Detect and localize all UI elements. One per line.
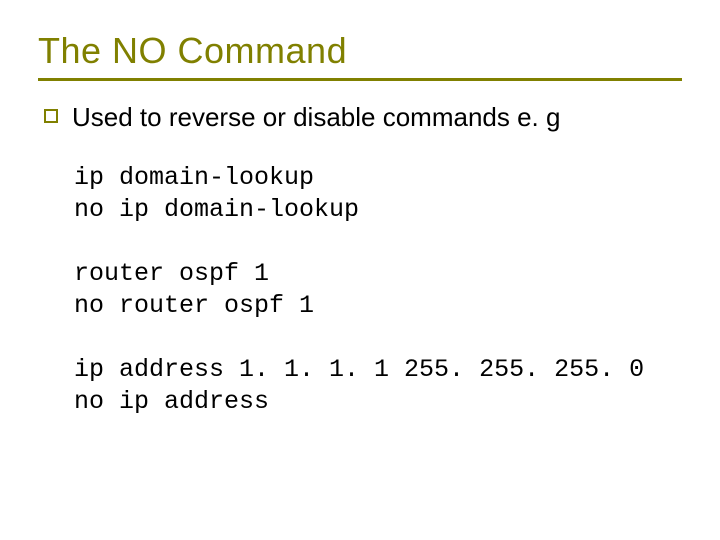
code-line: ip address 1. 1. 1. 1 255. 255. 255. 0 [74, 355, 644, 384]
code-line: no ip address [74, 387, 269, 416]
code-line: router ospf 1 [74, 259, 269, 288]
title-underline [38, 78, 682, 81]
slide: The NO Command Used to reverse or disabl… [0, 0, 720, 540]
bullet-item: Used to reverse or disable commands e. g [44, 101, 682, 134]
code-block-3: ip address 1. 1. 1. 1 255. 255. 255. 0 n… [74, 354, 682, 418]
code-line: no ip domain-lookup [74, 195, 359, 224]
square-bullet-icon [44, 109, 58, 123]
slide-title: The NO Command [38, 30, 682, 72]
code-line: ip domain-lookup [74, 163, 314, 192]
bullet-text: Used to reverse or disable commands e. g [72, 101, 560, 134]
code-block-1: ip domain-lookup no ip domain-lookup [74, 162, 682, 226]
code-block-2: router ospf 1 no router ospf 1 [74, 258, 682, 322]
code-line: no router ospf 1 [74, 291, 314, 320]
slide-body: Used to reverse or disable commands e. g… [38, 101, 682, 418]
